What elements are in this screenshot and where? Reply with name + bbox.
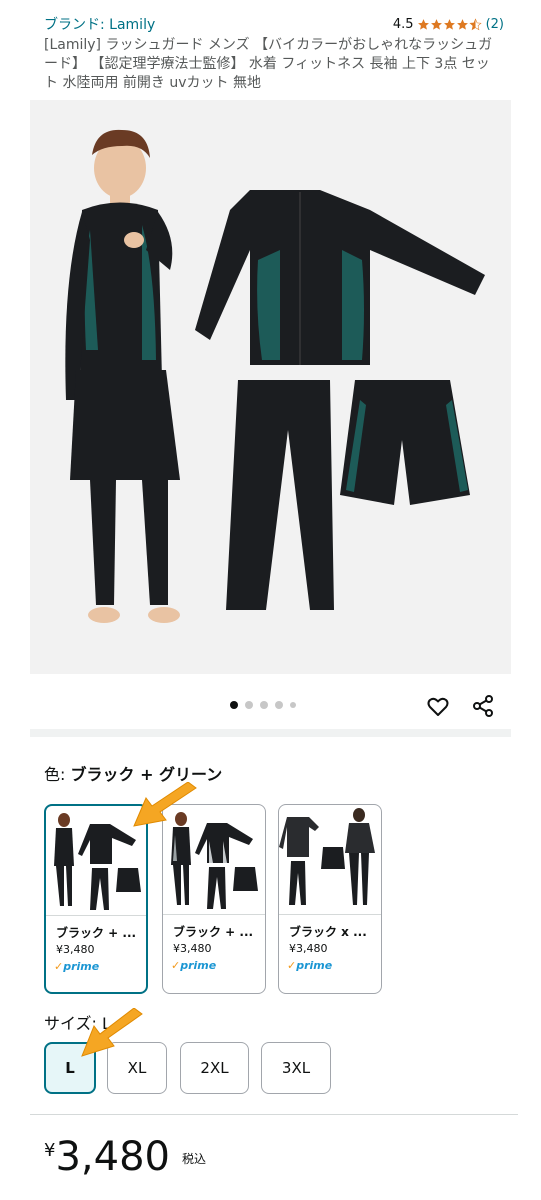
color-option-name: ブラック x ... bbox=[289, 925, 367, 939]
carousel-dot[interactable] bbox=[245, 701, 253, 709]
shorts-figure bbox=[340, 380, 470, 505]
color-label: 色: bbox=[44, 765, 66, 784]
color-option-3[interactable]: ブラック x ... ¥3,480 ✓prime bbox=[278, 804, 382, 994]
color-option-price: ¥3,480 bbox=[56, 943, 95, 956]
carousel-dot[interactable] bbox=[290, 702, 296, 708]
jacket-figure bbox=[195, 190, 485, 365]
color-option-price: ¥3,480 bbox=[289, 942, 328, 955]
rating[interactable]: 4.5 (2) bbox=[393, 17, 504, 32]
model-figure bbox=[65, 129, 180, 623]
leggings-figure bbox=[226, 380, 334, 610]
prime-badge: ✓prime bbox=[54, 960, 100, 973]
review-count[interactable]: (2) bbox=[486, 17, 504, 32]
color-option-name: ブラック + ... bbox=[173, 925, 254, 939]
price-amount: 3,480 bbox=[55, 1134, 170, 1180]
carousel-dots[interactable] bbox=[230, 701, 296, 709]
section-divider bbox=[30, 1114, 518, 1115]
share-icon[interactable] bbox=[471, 694, 495, 718]
color-option-price: ¥3,480 bbox=[173, 942, 212, 955]
carousel-dot[interactable] bbox=[275, 701, 283, 709]
heart-icon[interactable] bbox=[426, 694, 450, 718]
product-image[interactable] bbox=[30, 100, 511, 674]
price-currency: ¥ bbox=[44, 1140, 56, 1161]
size-option-3xl[interactable]: 3XL bbox=[261, 1042, 331, 1094]
color-option-name: ブラック + ... bbox=[56, 926, 137, 940]
annotation-arrow-icon bbox=[133, 782, 197, 827]
carousel-dot-active[interactable] bbox=[230, 701, 238, 709]
color-option-image bbox=[279, 805, 381, 915]
annotation-arrow-icon bbox=[81, 1008, 143, 1057]
size-option-2xl[interactable]: 2XL bbox=[180, 1042, 249, 1094]
product-header: ブランド: Lamily 4.5 (2) [Lamily] ラッシュガード メン… bbox=[44, 14, 504, 93]
carousel-dot[interactable] bbox=[260, 701, 268, 709]
brand-link[interactable]: ブランド: Lamily bbox=[44, 14, 155, 34]
star-rating-icon bbox=[417, 17, 482, 31]
section-divider bbox=[30, 729, 511, 737]
prime-badge: ✓prime bbox=[171, 959, 217, 972]
price-block: ¥ 3,480 税込 bbox=[44, 1132, 206, 1182]
rating-value: 4.5 bbox=[392, 16, 414, 32]
prime-badge: ✓prime bbox=[287, 959, 333, 972]
brand-rating-row: ブランド: Lamily 4.5 (2) bbox=[44, 14, 504, 34]
tax-label: 税込 bbox=[181, 1152, 206, 1166]
product-title: [Lamily] ラッシュガード メンズ 【バイカラーがおしゃれなラッシュガード… bbox=[44, 37, 493, 91]
